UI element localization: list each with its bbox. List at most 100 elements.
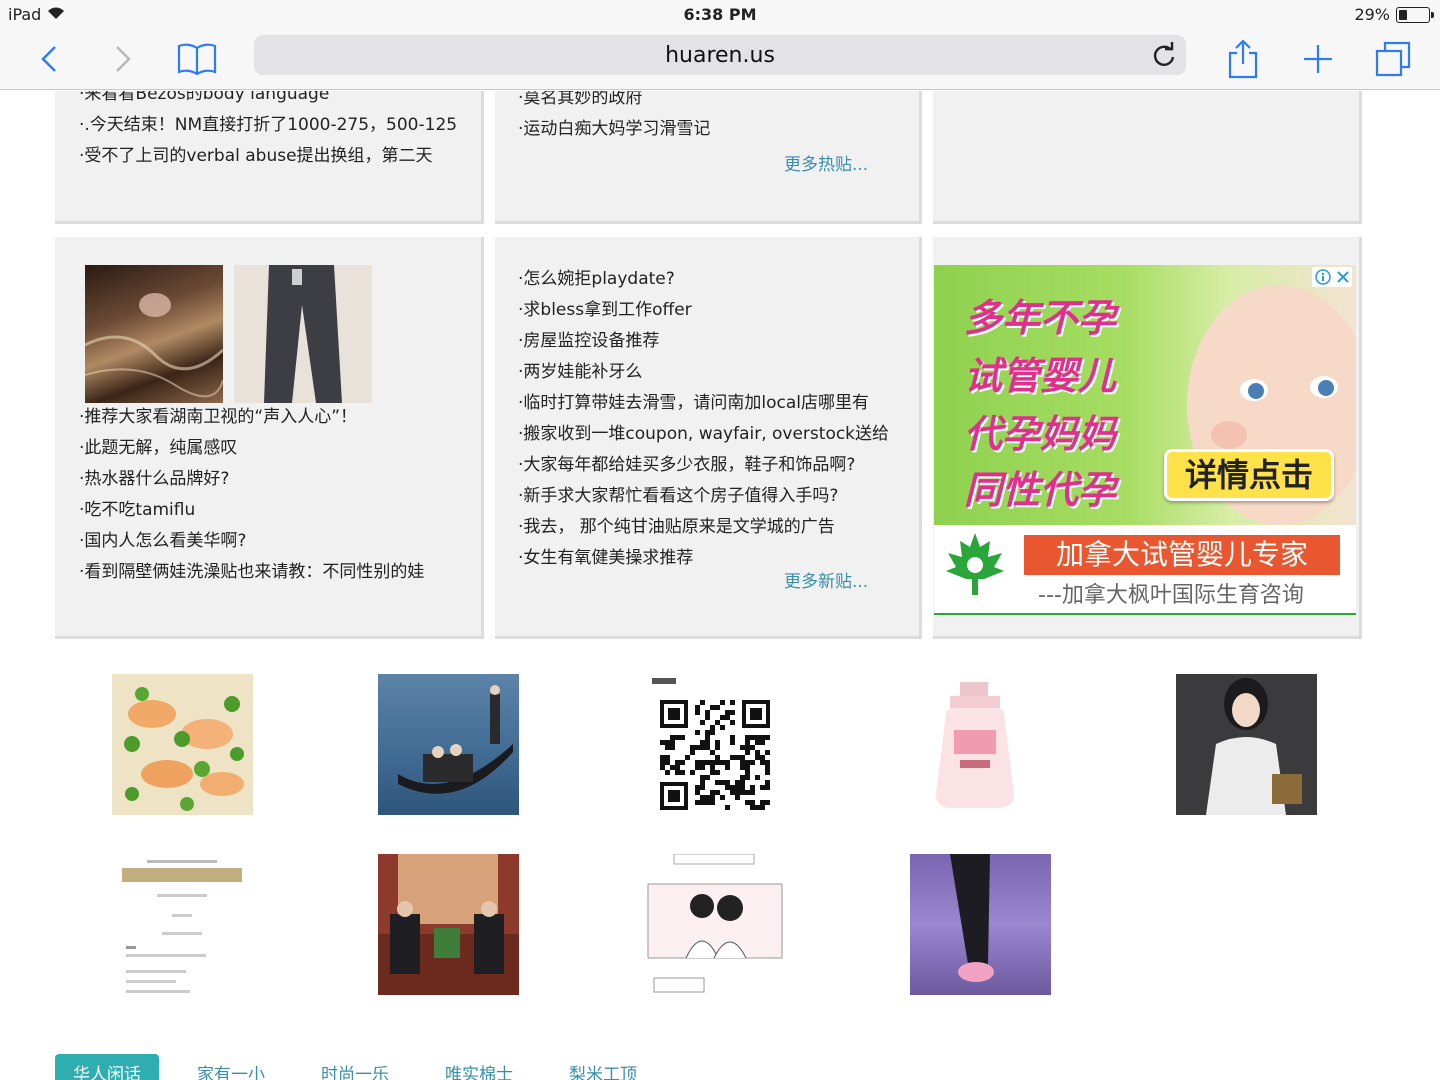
qr-module xyxy=(720,795,725,800)
qr-module xyxy=(750,760,755,765)
tabs-icon xyxy=(1375,41,1411,77)
qr-module xyxy=(720,780,725,785)
qr-module xyxy=(745,800,750,805)
featured-image-jeans[interactable] xyxy=(234,265,372,403)
post-link[interactable]: 新手求大家帮忙看看这个房子值得入手吗? xyxy=(518,481,889,512)
post-link[interactable]: 两岁娃能补牙么 xyxy=(518,357,889,388)
thumb-qr-code[interactable] xyxy=(644,674,785,815)
qr-module xyxy=(725,710,730,715)
more-hot-posts-link[interactable]: 更多热贴... xyxy=(784,150,868,175)
post-link[interactable]: 我去， 那个纯甘油贴原来是文学城的广告 xyxy=(518,512,889,543)
thumb-shrimp-peas[interactable] xyxy=(112,674,253,815)
qr-module xyxy=(710,765,715,770)
status-left: iPad xyxy=(8,5,65,24)
qr-module xyxy=(680,770,685,775)
post-link[interactable]: 临时打算带娃去滑雪，请问南加local店哪里有 xyxy=(518,388,889,419)
post-link[interactable]: 热水器什么品牌好? xyxy=(79,464,424,495)
qr-module xyxy=(660,740,665,745)
qr-module xyxy=(715,740,720,745)
tabs-button[interactable] xyxy=(1368,34,1418,84)
qr-module xyxy=(760,755,765,760)
qr-module xyxy=(695,765,700,770)
post-link[interactable]: 求bless拿到工作offer xyxy=(518,295,889,326)
advertisement[interactable]: 多年不孕 试管婴儿 代孕妈妈 同性代孕 详情点击 加拿大试管婴儿专家 ---加拿… xyxy=(934,265,1356,615)
qr-module xyxy=(700,780,705,785)
qr-module xyxy=(735,780,740,785)
share-button[interactable] xyxy=(1218,34,1268,84)
qr-module xyxy=(705,745,710,750)
qr-module xyxy=(710,725,715,730)
qr-module xyxy=(705,740,710,745)
thumb-celebrity[interactable] xyxy=(1176,674,1317,815)
thumb-gondola[interactable] xyxy=(378,674,519,815)
back-button[interactable] xyxy=(24,34,74,84)
qr-module xyxy=(765,800,770,805)
qr-module xyxy=(700,740,705,745)
post-link[interactable]: 莫名其妙的政府 xyxy=(518,91,710,114)
qr-module xyxy=(700,785,705,790)
post-link[interactable]: 国内人怎么看美华啊? xyxy=(79,526,424,557)
device-label: iPad xyxy=(8,5,42,24)
info-icon[interactable] xyxy=(1314,269,1331,285)
more-new-posts-link[interactable]: 更多新贴... xyxy=(784,567,868,592)
post-link[interactable]: 房屋监控设备推荐 xyxy=(518,326,889,357)
qr-module xyxy=(660,760,665,765)
qr-module xyxy=(760,800,765,805)
clock: 6:38 PM xyxy=(683,5,757,24)
post-link[interactable]: 推荐大家看湖南卫视的“声入人心”！ xyxy=(79,402,424,433)
post-link[interactable]: 搬家收到一堆coupon, wayfair, overstock送给 xyxy=(518,419,889,450)
address-bar[interactable]: huaren.us xyxy=(254,35,1186,75)
web-form-screenshot xyxy=(122,860,242,993)
qr-module xyxy=(695,800,700,805)
post-link[interactable]: 来看看Bezos的body language xyxy=(79,91,457,110)
tab-shishang-yile[interactable]: 时尚一乐 xyxy=(303,1054,407,1080)
qr-module xyxy=(765,760,770,765)
web-page: 来看看Bezos的body language .今天结束！NM直接打折了1000… xyxy=(0,91,1440,1080)
qr-code-image xyxy=(652,678,770,810)
thumb-meeting[interactable] xyxy=(378,854,519,995)
qr-module xyxy=(765,765,770,770)
thumb-sneakers[interactable] xyxy=(910,854,1051,995)
qr-module xyxy=(760,805,765,810)
tab-limi-gongding[interactable]: 梨米工顶 xyxy=(551,1054,655,1080)
qr-module xyxy=(735,785,740,790)
qr-module xyxy=(740,745,745,750)
hot-posts-panel-2: 莫名其妙的政府 运动白痴大妈学习滑雪记 更多热贴... xyxy=(495,91,922,224)
bookmarks-button[interactable] xyxy=(172,34,222,84)
reload-icon xyxy=(1153,42,1175,66)
ad-cta-button[interactable]: 详情点击 xyxy=(1164,449,1334,501)
thumb-web-form[interactable] xyxy=(112,854,253,995)
new-tab-button[interactable] xyxy=(1293,34,1343,84)
qr-module xyxy=(765,770,770,775)
tab-weishi-mianshi[interactable]: 唯实棉士 xyxy=(427,1054,531,1080)
post-link[interactable]: 吃不吃tamiflu xyxy=(79,495,424,526)
forward-button[interactable] xyxy=(98,34,148,84)
tab-jiayou-yixiao[interactable]: 家有一小 xyxy=(179,1054,283,1080)
post-link[interactable]: 受不了上司的verbal abuse提出换组，第二天 xyxy=(79,141,457,172)
post-link[interactable]: 此题无解，纯属感叹 xyxy=(79,433,424,464)
qr-module xyxy=(750,805,755,810)
qr-module xyxy=(740,755,745,760)
reload-button[interactable] xyxy=(1150,41,1178,69)
qr-module xyxy=(755,750,760,755)
post-link[interactable]: 运动白痴大妈学习滑雪记 xyxy=(518,114,710,145)
qr-module xyxy=(695,790,700,795)
post-link[interactable]: 看到隔壁俩娃洗澡贴也来请教：不同性别的娃 xyxy=(79,557,424,588)
qr-module xyxy=(730,710,735,715)
maple-leaf-logo xyxy=(946,533,1004,595)
close-icon[interactable] xyxy=(1336,270,1350,284)
qr-module xyxy=(675,735,680,740)
thumb-comic[interactable] xyxy=(644,854,785,995)
tab-huaren-xianhua[interactable]: 华人闲话 xyxy=(55,1054,159,1080)
qr-module xyxy=(695,705,700,710)
post-link[interactable]: .今天结束！NM直接打折了1000-275，500-125 xyxy=(79,110,457,141)
ad-headline-1: 多年不孕 xyxy=(964,296,1117,340)
qr-module xyxy=(680,760,685,765)
qr-module xyxy=(685,755,690,760)
post-link[interactable]: 大家每年都给娃买多少衣服，鞋子和饰品啊? xyxy=(518,450,889,481)
ad-choices[interactable] xyxy=(1312,267,1352,287)
post-link[interactable]: 怎么婉拒playdate? xyxy=(518,264,889,295)
thumb-biore-soap[interactable] xyxy=(910,674,1051,815)
featured-image-marble[interactable] xyxy=(85,265,223,403)
qr-module xyxy=(710,750,715,755)
